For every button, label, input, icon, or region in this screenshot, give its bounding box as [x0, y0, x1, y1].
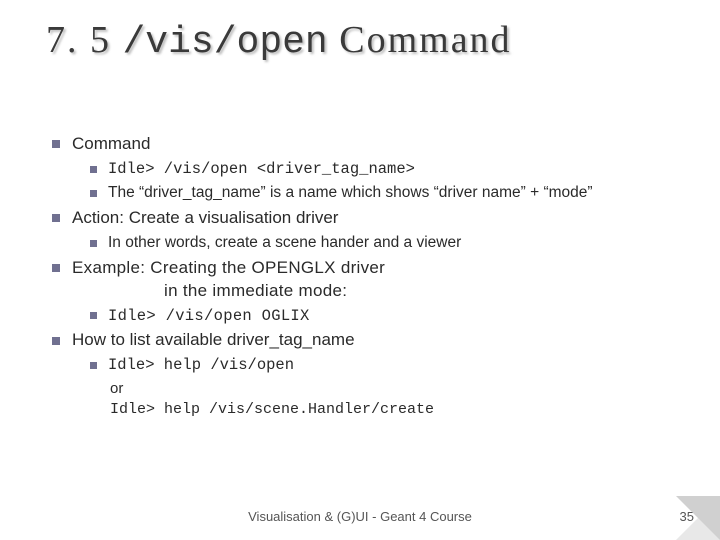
bullet-howto-cmd1: Idle> help /vis/open: [84, 355, 690, 376]
bullet-howto: How to list available driver_tag_name Id…: [48, 329, 690, 419]
howto-cmd1-text: Idle> help /vis/open: [108, 356, 294, 374]
page-fold-decoration: [676, 496, 720, 540]
bullet-action: Action: Create a visualisation driver In…: [48, 207, 690, 254]
title-number: 7. 5: [46, 19, 111, 61]
action-sub-text: In other words, create a scene hander an…: [108, 234, 461, 251]
slide-footer: Visualisation & (G)UI - Geant 4 Course 3…: [0, 509, 720, 524]
footer-text: Visualisation & (G)UI - Geant 4 Course: [0, 509, 720, 524]
bullet-example: Example: Creating the OPENGLX driver in …: [48, 257, 690, 327]
bullet-command-idle: Idle> /vis/open <driver_tag_name>: [84, 159, 690, 180]
command-heading: Command: [72, 134, 150, 153]
slide-title: 7. 5 /vis/open Command: [46, 18, 512, 64]
action-text: Action: Create a visualisation driver: [72, 208, 338, 227]
howto-or: or: [86, 379, 690, 399]
command-idle-text: Idle> /vis/open <driver_tag_name>: [108, 160, 415, 178]
bullet-command: Command Idle> /vis/open <driver_tag_name…: [48, 133, 690, 204]
howto-cmd2-text: Idle> help /vis/scene.Handler/create: [86, 400, 690, 420]
bullet-command-desc: The “driver_tag_name” is a name which sh…: [84, 183, 690, 204]
slide: 7. 5 /vis/open Command Command Idle> /vi…: [0, 0, 720, 540]
title-code: /vis/open: [123, 21, 328, 64]
bullet-action-sub: In other words, create a scene hander an…: [84, 233, 690, 254]
howto-text: How to list available driver_tag_name: [72, 330, 355, 349]
bullet-example-cmd: Idle> /vis/open OGLIX: [84, 306, 690, 327]
example-line2: in the immediate mode:: [72, 280, 690, 303]
command-desc-text: The “driver_tag_name” is a name which sh…: [108, 184, 593, 201]
example-line1: Example: Creating the OPENGLX driver: [72, 258, 385, 277]
slide-body: Command Idle> /vis/open <driver_tag_name…: [48, 130, 690, 423]
title-word: Command: [339, 19, 511, 61]
example-cmd-text: Idle> /vis/open OGLIX: [108, 307, 310, 325]
